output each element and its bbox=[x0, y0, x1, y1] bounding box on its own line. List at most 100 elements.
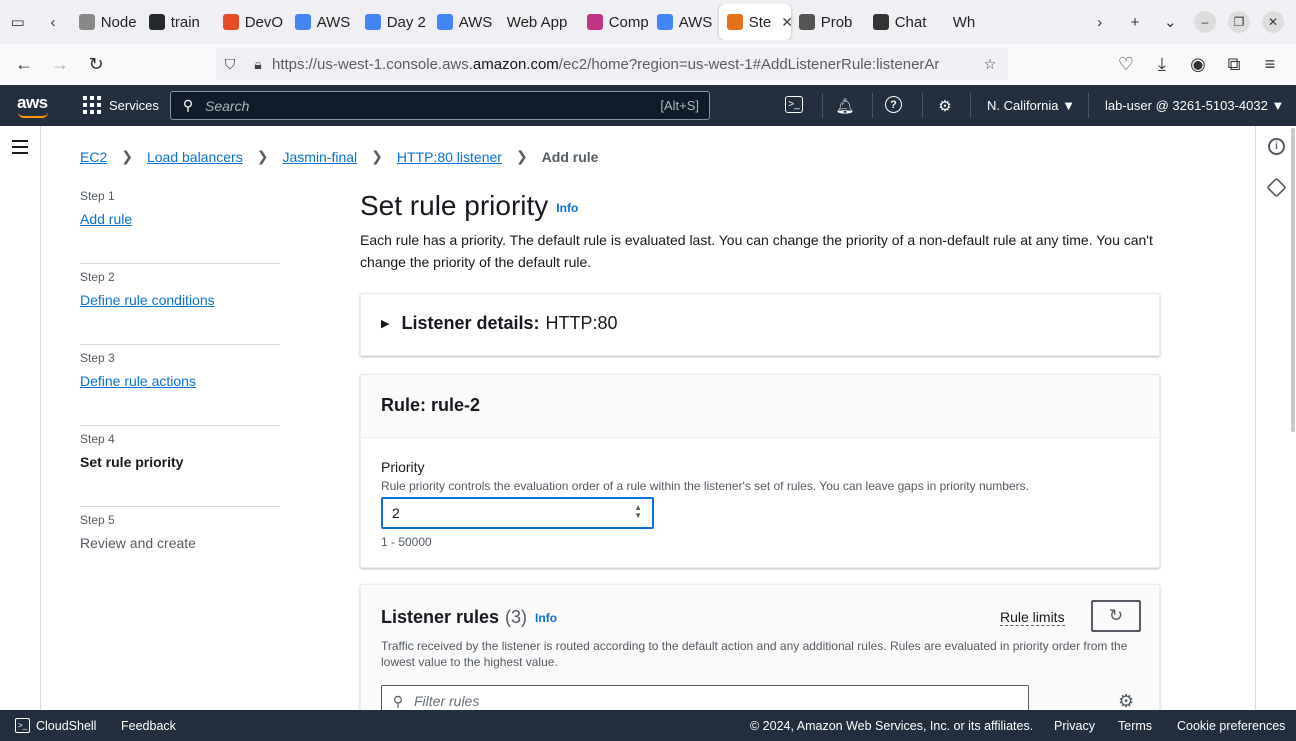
breadcrumb-load-balancers[interactable]: Load balancers bbox=[147, 149, 243, 165]
aws-stepfunctions-icon bbox=[726, 14, 743, 30]
account-icon[interactable]: ◉ bbox=[1180, 46, 1216, 82]
priority-label: Priority bbox=[381, 459, 425, 475]
close-tab-icon[interactable]: ✕ bbox=[781, 14, 790, 31]
browser-tab[interactable]: Web App bbox=[499, 4, 579, 40]
downloads-icon[interactable]: ⤓ bbox=[1144, 46, 1180, 82]
refresh-button[interactable]: ↻ bbox=[1091, 600, 1141, 632]
reload-icon[interactable]: ↻ bbox=[78, 47, 114, 83]
info-link[interactable]: Info bbox=[535, 611, 557, 625]
tab-overview-icon[interactable]: ▭ bbox=[0, 0, 35, 44]
terms-link[interactable]: Terms bbox=[1118, 719, 1152, 733]
wizard-step-3: Step 3 Define rule actions bbox=[80, 351, 280, 426]
search-shortcut: [Alt+S] bbox=[660, 98, 699, 113]
shield-icon[interactable]: ⛉ bbox=[216, 56, 244, 73]
browser-tab[interactable]: train bbox=[141, 4, 215, 40]
cloudshell-icon[interactable]: >_ bbox=[785, 96, 803, 113]
bookmark-star-icon[interactable]: ☆ bbox=[976, 56, 1004, 73]
close-window-icon[interactable]: ✕ bbox=[1262, 11, 1284, 33]
listener-rules-panel: Listener rules (3) Info Rule limits ↻ Tr… bbox=[360, 584, 1160, 724]
back-icon[interactable]: ← bbox=[6, 47, 42, 83]
page-title: Set rule priority Info bbox=[360, 190, 579, 221]
minimize-icon[interactable]: – bbox=[1194, 11, 1216, 33]
step-link-define-actions[interactable]: Define rule actions bbox=[80, 373, 196, 389]
browser-tab[interactable]: AWS bbox=[287, 4, 357, 40]
help-icon[interactable]: ? bbox=[885, 96, 902, 113]
aws-logo[interactable]: aws bbox=[17, 93, 48, 118]
privacy-link[interactable]: Privacy bbox=[1054, 719, 1095, 733]
menu-icon[interactable]: ≡ bbox=[1252, 46, 1288, 82]
tab-scroll-right-icon[interactable]: › bbox=[1082, 0, 1117, 44]
chevron-right-icon: ❯ bbox=[256, 148, 269, 164]
page-icon bbox=[78, 14, 95, 30]
tutorial-panel-icon[interactable] bbox=[1266, 177, 1287, 198]
openai-icon bbox=[872, 14, 889, 30]
step-link-define-conditions[interactable]: Define rule conditions bbox=[80, 292, 215, 308]
restore-icon[interactable]: ❐ bbox=[1228, 11, 1250, 33]
tab-scroll-left-icon[interactable]: ‹ bbox=[35, 0, 70, 44]
wizard-step-4: Step 4 Set rule priority bbox=[80, 432, 280, 507]
info-link[interactable]: Info bbox=[556, 201, 578, 215]
chevron-right-icon: ❯ bbox=[371, 148, 383, 164]
services-label: Services bbox=[109, 97, 159, 113]
region-selector[interactable]: N. California ▼ bbox=[987, 98, 1075, 113]
wizard-step-2: Step 2 Define rule conditions bbox=[80, 270, 280, 345]
pocket-icon[interactable]: ♡ bbox=[1108, 46, 1144, 82]
feedback-link[interactable]: Feedback bbox=[121, 719, 176, 733]
tab-label: Ste bbox=[748, 13, 772, 31]
browser-tab[interactable]: Day 2 bbox=[357, 4, 429, 40]
doc-icon bbox=[656, 14, 673, 30]
console-search-input[interactable]: ⚲ Search [Alt+S] bbox=[170, 91, 710, 120]
new-tab-icon[interactable]: + bbox=[1117, 0, 1152, 44]
copyright-text: © 2024, Amazon Web Services, Inc. or its… bbox=[750, 719, 1034, 733]
cookie-preferences-link[interactable]: Cookie preferences bbox=[1177, 719, 1285, 733]
table-preferences-gear-icon[interactable]: ⚙ bbox=[1118, 691, 1134, 712]
chevron-right-icon: ❯ bbox=[515, 148, 528, 164]
browser-tab[interactable]: Comp bbox=[579, 4, 649, 40]
browser-tab[interactable]: AWS bbox=[649, 4, 719, 40]
chevron-right-icon: ❯ bbox=[121, 148, 133, 164]
settings-gear-icon[interactable]: ⚙ bbox=[935, 96, 955, 116]
breadcrumb-load-balancer[interactable]: Jasmin-final bbox=[282, 149, 357, 165]
wizard-step-5: Step 5 Review and create bbox=[80, 513, 280, 588]
forward-icon[interactable]: → bbox=[42, 47, 78, 83]
tab-label: Wh bbox=[952, 13, 976, 31]
browser-tab[interactable]: AWS bbox=[429, 4, 499, 40]
browser-tab[interactable]: Chat bbox=[865, 4, 945, 40]
url-text[interactable]: https://us-west-1.console.aws.amazon.com… bbox=[272, 56, 962, 73]
lock-icon[interactable]: 🔒︎ bbox=[244, 56, 272, 73]
step-number: Step 1 bbox=[80, 189, 115, 203]
listener-details-toggle[interactable]: ▶ Listener details: HTTP:80 bbox=[381, 313, 618, 334]
services-menu-button[interactable]: Services bbox=[83, 96, 159, 114]
tab-label: train bbox=[170, 13, 200, 31]
scrollbar-thumb[interactable] bbox=[1291, 128, 1295, 432]
browser-tab-strip: ▭ ‹ Node Ex train DevO AWS Day 2 AWS Web App Co… bbox=[0, 0, 1296, 44]
breadcrumb-listener[interactable]: HTTP:80 listener bbox=[397, 149, 502, 165]
info-panel-icon[interactable]: i bbox=[1268, 138, 1285, 155]
rule-limits-link[interactable]: Rule limits bbox=[1000, 609, 1065, 626]
priority-input[interactable]: 2 ▲ ▼ bbox=[381, 497, 654, 529]
browser-tab[interactable]: DevO bbox=[215, 4, 287, 40]
url-bar[interactable]: ⛉ 🔒︎ https://us-west-1.console.aws.amazo… bbox=[216, 48, 1008, 80]
browser-tab[interactable]: Ste ✕ bbox=[718, 4, 791, 40]
step-number: Step 2 bbox=[80, 270, 115, 284]
tab-label: AWS bbox=[678, 13, 713, 31]
extensions-icon[interactable]: ⧉ bbox=[1216, 46, 1252, 82]
browser-tab[interactable]: Prob bbox=[791, 4, 865, 40]
browser-tab[interactable]: Wh bbox=[945, 4, 985, 40]
cloudshell-button[interactable]: >_ CloudShell bbox=[15, 718, 96, 733]
hamburger-menu-icon[interactable] bbox=[12, 140, 28, 154]
notifications-bell-icon[interactable]: 🔔︎ bbox=[835, 96, 855, 116]
listener-rules-heading: Listener rules (3) Info bbox=[381, 607, 558, 627]
tab-label: Chat bbox=[894, 13, 927, 31]
step-link-add-rule[interactable]: Add rule bbox=[80, 211, 132, 227]
tab-list-chevron-icon[interactable]: ⌄ bbox=[1153, 0, 1188, 44]
step-current-label: Set rule priority bbox=[80, 454, 184, 470]
breadcrumb-ec2[interactable]: EC2 bbox=[80, 149, 107, 165]
number-stepper-icon[interactable]: ▲ ▼ bbox=[634, 504, 642, 520]
account-menu[interactable]: lab-user @ 3261-5103-4032 ▼ bbox=[1105, 98, 1284, 113]
aws-console-header: aws Services ⚲ Search [Alt+S] >_ 🔔︎ ? ⚙ … bbox=[0, 85, 1296, 126]
shapes-icon bbox=[222, 14, 239, 30]
tab-label: Node Ex bbox=[100, 13, 141, 31]
priority-value: 2 bbox=[392, 505, 400, 521]
browser-tab[interactable]: Node Ex bbox=[71, 4, 141, 40]
